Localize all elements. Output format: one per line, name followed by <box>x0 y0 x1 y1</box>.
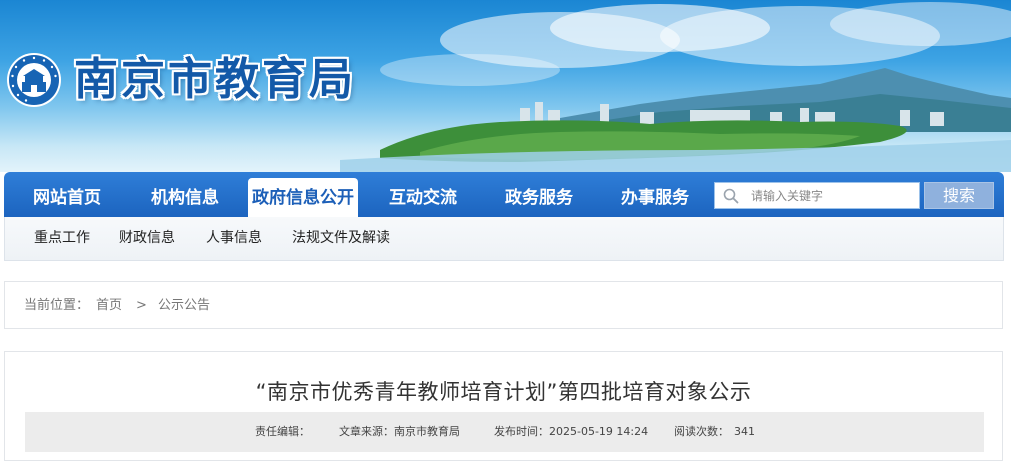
breadcrumb-separator: > <box>136 298 147 313</box>
search-icon <box>723 188 739 204</box>
subnav-item-personnel-info[interactable]: 人事信息 <box>206 217 262 261</box>
city-gate-emblem <box>7 53 61 107</box>
meta-read-count: 341 <box>734 425 755 438</box>
sub-nav: 重点工作 财政信息 人事信息 法规文件及解读 <box>4 217 1004 261</box>
breadcrumb-home-link[interactable]: 首页 <box>96 282 122 330</box>
nav-item-interaction[interactable]: 互动交流 <box>364 172 482 217</box>
main-nav: 网站首页 机构信息 政府信息公开 互动交流 政务服务 办事服务 搜索 <box>4 172 1004 217</box>
article-panel: “南京市优秀青年教师培育计划”第四批培育对象公示 责任编辑： 文章来源：南京市教… <box>4 351 1003 461</box>
nav-item-gov-info-disclosure[interactable]: 政府信息公开 <box>248 178 358 217</box>
subnav-item-regulations[interactable]: 法规文件及解读 <box>292 217 390 261</box>
meta-editor-label: 责任编辑： <box>255 425 310 438</box>
breadcrumb-announcements-link[interactable]: 公示公告 <box>158 282 210 330</box>
subnav-item-key-work[interactable]: 重点工作 <box>34 217 90 261</box>
search-button[interactable]: 搜索 <box>924 182 994 209</box>
meta-publish-time: 发布时间：2025-05-19 14:24 <box>494 425 649 438</box>
article-title: “南京市优秀青年教师培育计划”第四批培育对象公示 <box>255 380 752 404</box>
site-title: 南京市教育局 <box>74 54 356 105</box>
article-meta-bar: 责任编辑： 文章来源：南京市教育局 发布时间：2025-05-19 14:24 … <box>25 412 984 452</box>
meta-source: 文章来源：南京市教育局 <box>339 425 460 438</box>
search-box <box>714 182 920 209</box>
breadcrumb-prefix: 当前位置： <box>24 298 90 313</box>
nav-item-affairs-services[interactable]: 办事服务 <box>596 172 714 217</box>
meta-read-count-label: 阅读次数： <box>674 425 729 438</box>
site-banner: 南京市教育局 <box>0 0 1011 172</box>
subnav-item-finance-info[interactable]: 财政信息 <box>119 217 175 261</box>
nav-item-organization[interactable]: 机构信息 <box>126 172 244 217</box>
search-input[interactable] <box>751 185 911 206</box>
nav-item-gov-services[interactable]: 政务服务 <box>480 172 598 217</box>
nav-item-home[interactable]: 网站首页 <box>8 172 126 217</box>
breadcrumb: 当前位置： 首页 > 公示公告 <box>4 281 1003 329</box>
